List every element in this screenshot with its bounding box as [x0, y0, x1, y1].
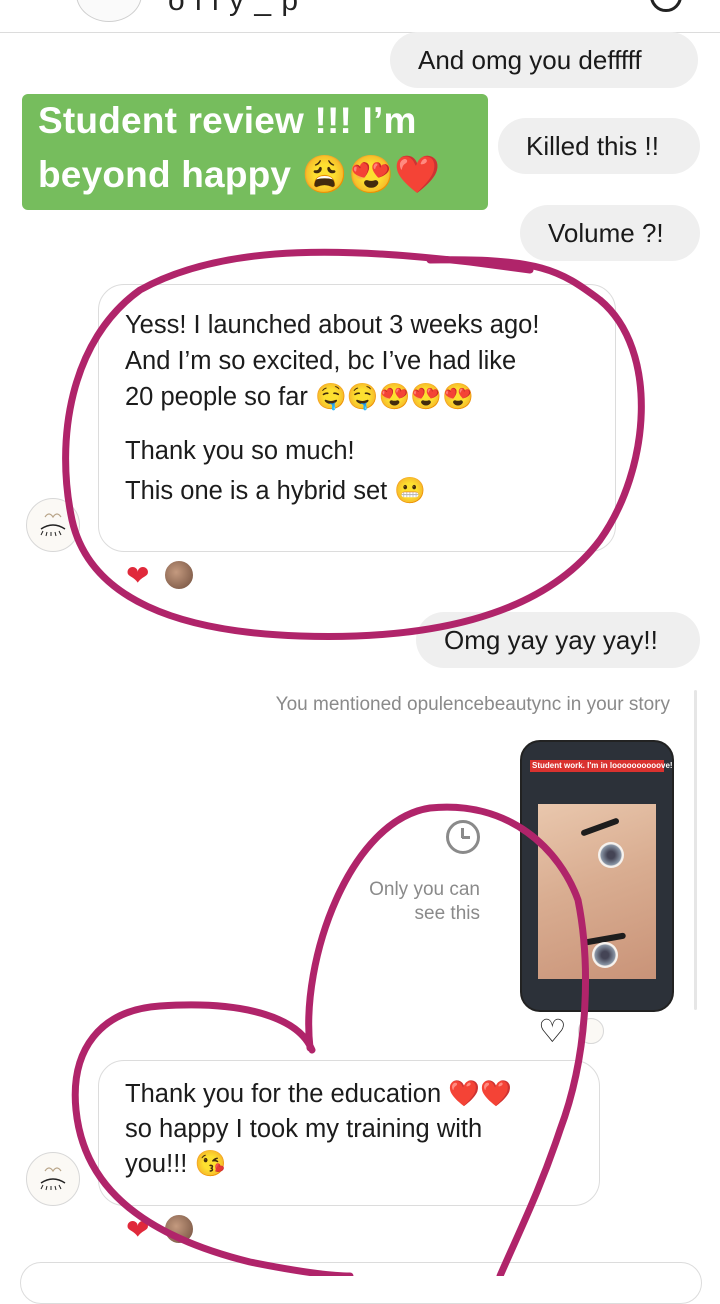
message-line: And I’m so excited, bc I’ve had like [125, 347, 517, 375]
outgoing-message[interactable]: Killed this !! [498, 118, 700, 174]
message-line: you!!! 😘 [125, 1150, 227, 1178]
message-line [125, 415, 589, 423]
message-line: Thank you for the education ❤️❤️ [125, 1080, 512, 1108]
heart-reaction-icon: ❤ [126, 1214, 150, 1245]
story-caption: Student work. I'm in loooooooooove! [532, 761, 673, 770]
message-line: This one is a hybrid set 😬 [125, 477, 427, 505]
info-icon[interactable] [650, 0, 682, 12]
story-photo [538, 804, 656, 979]
heart-outline-icon[interactable]: ♡ [538, 1014, 567, 1048]
mention-note: You mentioned opulencebeautync in your s… [275, 694, 670, 715]
message-line: Thank you so much! [125, 437, 355, 465]
story-thumbnail[interactable]: Student work. I'm in loooooooooove! [520, 740, 674, 1012]
seen-avatar [578, 1018, 604, 1044]
message-reactions[interactable]: ❤ [126, 560, 196, 592]
scrollbar[interactable] [694, 690, 697, 1010]
message-reactions[interactable]: ❤ [126, 1214, 196, 1246]
outgoing-message[interactable]: Omg yay yay yay!! [416, 612, 700, 668]
only-you-note: Only you can see this [330, 878, 480, 926]
history-clock-icon [446, 820, 480, 854]
brand-logo-icon [40, 1167, 66, 1191]
only-you-line-2: see this [414, 903, 480, 924]
reactor-avatar [164, 560, 194, 590]
message-composer[interactable] [20, 1262, 702, 1304]
only-you-line-1: Only you can [369, 879, 480, 900]
incoming-message[interactable]: Thank you for the education ❤️❤️ so happ… [98, 1060, 600, 1206]
message-line: Yess! I launched about 3 weeks ago! [125, 311, 540, 339]
heart-reaction-icon: ❤ [126, 560, 150, 591]
reactor-avatar [164, 1214, 194, 1244]
story-reply-banner[interactable]: Student review !!! I’m beyond happy 😩😍❤️ [22, 94, 488, 210]
message-line: so happy I took my training with [125, 1115, 483, 1143]
outgoing-message[interactable]: And omg you defffff [390, 32, 698, 88]
message-line: 20 people so far 🤤🤤😍😍😍 [125, 383, 474, 411]
outgoing-message[interactable]: Volume ?! [520, 205, 700, 261]
incoming-message[interactable]: Yess! I launched about 3 weeks ago! And … [98, 284, 616, 552]
chat-header: o l l y _ p [0, 0, 720, 33]
brand-logo-icon [40, 513, 66, 537]
banner-line-1: Student review !!! I’m [38, 100, 417, 141]
contact-username[interactable]: o l l y _ p [168, 0, 299, 18]
sender-avatar[interactable] [26, 1152, 80, 1206]
contact-avatar[interactable] [76, 0, 142, 22]
sender-avatar[interactable] [26, 498, 80, 552]
banner-line-2: beyond happy 😩😍❤️ [38, 154, 441, 195]
